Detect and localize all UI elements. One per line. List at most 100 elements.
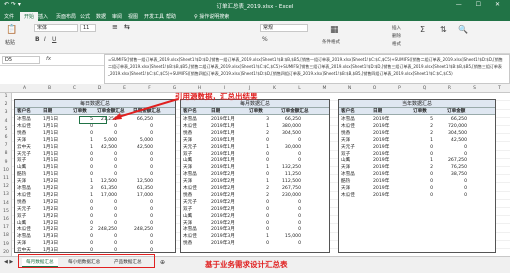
yearly-cell[interactable]: 0 xyxy=(405,192,433,199)
row-header[interactable]: 14 xyxy=(0,200,12,208)
window-controls[interactable]: — ☐ ✕ xyxy=(456,1,506,8)
ribbon-tabs: 文件 开始 插入 页面布局 公式 数据 审阅 视图 开发工具 帮助 ♀ 操作说明搜索 xyxy=(0,11,510,22)
yearly-summary-header: 客户名 日期 订单数 订单金额 xyxy=(339,108,495,115)
font-name-select[interactable]: 宋体 xyxy=(34,24,78,32)
column-header[interactable]: P xyxy=(387,86,412,91)
column-header[interactable]: B xyxy=(37,86,62,91)
conditional-format-icon[interactable]: ▦ xyxy=(330,25,339,35)
column-header[interactable]: M xyxy=(312,86,337,91)
menu-tab[interactable]: 插入 xyxy=(38,13,48,20)
daily-cell[interactable]: 云中天 xyxy=(17,247,31,252)
row-header[interactable]: 6 xyxy=(0,134,12,142)
column-header[interactable]: N xyxy=(337,86,362,91)
italic-button[interactable]: I xyxy=(44,36,46,43)
column-header[interactable]: R xyxy=(437,86,462,91)
menu-tab[interactable]: 视图 xyxy=(128,13,138,20)
menu-tab[interactable]: 公式 xyxy=(80,13,90,20)
row-header[interactable]: 8 xyxy=(0,150,12,158)
add-sheet-button[interactable]: ⊕ xyxy=(156,258,169,268)
menu-tab[interactable]: 开发工具 xyxy=(144,13,164,20)
row-header[interactable]: 13 xyxy=(0,191,12,199)
annotation-reference-source: 引用源数据，汇总出结果 xyxy=(175,92,258,101)
row-header[interactable]: 2 xyxy=(0,101,12,109)
insert-button[interactable]: 插入 xyxy=(392,25,401,31)
menu-tab[interactable]: 文件 xyxy=(4,13,14,20)
daily-cell[interactable]: 0 xyxy=(125,247,153,252)
row-header[interactable]: 4 xyxy=(0,118,12,126)
row-header[interactable]: 7 xyxy=(0,142,12,150)
font-size-select[interactable]: 11 xyxy=(80,24,96,32)
yearly-cell[interactable]: 0 xyxy=(439,192,467,199)
monthly-column-header: 日期 xyxy=(211,109,221,114)
sheet-nav-icon[interactable]: ◀ ▶ xyxy=(4,259,13,265)
autosum-button[interactable]: Σ xyxy=(420,25,425,34)
menu-tab[interactable]: 帮助 xyxy=(166,13,176,20)
yearly-summary-table: 当年数据汇总 客户名 日期 订单数 订单金额 冰雪晶 2019年 5 66,250 木瓜佳 20… xyxy=(338,99,496,253)
wrap-icon[interactable]: ⇆ xyxy=(122,24,131,32)
ribbon: 📋 粘贴 宋体 11 B I U ≡ ⇆ 常规 % ▦ 条件格式 插入 删除 格… xyxy=(0,21,510,54)
menu-tab[interactable]: ♀ 操作说明搜索 xyxy=(194,13,229,20)
yearly-column-header: 订单金额 xyxy=(447,109,466,114)
menu-tab[interactable]: 审阅 xyxy=(112,13,122,20)
daily-cell[interactable]: 0 xyxy=(89,247,117,252)
yearly-cell[interactable]: 2019年 xyxy=(373,192,389,199)
column-header[interactable]: F xyxy=(137,86,162,91)
row-header[interactable]: 17 xyxy=(0,224,12,232)
row-header[interactable]: 3 xyxy=(0,109,12,117)
row-headers: 1 2 3 4 5 6 7 8 9 10 11 12 13 14 15 16 17 18 19 20 xyxy=(0,93,12,256)
annotation-design-summary: 基于业务需求设计汇总表 xyxy=(205,260,288,269)
row-header[interactable]: 15 xyxy=(0,208,12,216)
title-bar: ↶ ↷ ▾ 订单汇总表_2019.xlsx - Excel — ☐ ✕ xyxy=(0,0,510,11)
monthly-column-header: 客户名 xyxy=(183,109,197,114)
monthly-summary-table: 每月数据汇总 客户名 日期 订单数 订单金额汇总 冰雪晶 2019年1月 3 66,250 木… xyxy=(180,99,330,253)
column-header[interactable]: D xyxy=(87,86,112,91)
monthly-cell[interactable]: 悦香 xyxy=(183,240,192,247)
conditional-format-button[interactable]: 条件格式 xyxy=(322,39,340,45)
row-header[interactable]: 16 xyxy=(0,216,12,224)
sheet-tabs-highlight xyxy=(18,254,155,268)
yearly-cell[interactable]: 木瓜佳 xyxy=(341,192,355,199)
bold-button[interactable]: B xyxy=(35,36,40,43)
paste-icon[interactable]: 📋 xyxy=(6,25,17,35)
column-header[interactable]: K xyxy=(262,86,287,91)
yearly-summary-title: 当年数据汇总 xyxy=(339,100,495,108)
selected-cell-highlight xyxy=(79,116,107,124)
monthly-summary-header: 客户名 日期 订单数 订单金额汇总 xyxy=(181,108,329,115)
format-button[interactable]: 格式 xyxy=(392,41,401,47)
row-header[interactable]: 19 xyxy=(0,241,12,249)
name-box[interactable]: D5 xyxy=(2,56,40,64)
underline-button[interactable]: U xyxy=(52,36,56,43)
row-header[interactable]: 9 xyxy=(0,159,12,167)
number-format-select[interactable]: 常规 xyxy=(260,24,308,32)
find-select-icon[interactable]: 🔍 xyxy=(458,25,468,34)
align-icon[interactable]: ≡ xyxy=(110,24,119,32)
delete-button[interactable]: 删除 xyxy=(392,33,401,39)
column-header[interactable]: Q xyxy=(412,86,437,91)
column-header[interactable]: L xyxy=(287,86,312,91)
menu-tab[interactable]: 页面布局 xyxy=(56,13,76,20)
yearly-column-header: 客户名 xyxy=(341,109,355,114)
daily-cell[interactable]: 1月3日 xyxy=(43,247,58,252)
monthly-cell[interactable]: 2019年3月 xyxy=(211,240,235,247)
row-header[interactable]: 18 xyxy=(0,232,12,240)
column-header[interactable]: S xyxy=(462,86,487,91)
formula-input[interactable]: =SUMIFS([销售一组订单表_2019.xlsx]Sheet1!$D:$D,… xyxy=(104,54,510,84)
row-header[interactable]: 12 xyxy=(0,183,12,191)
paste-button[interactable]: 粘贴 xyxy=(5,39,15,46)
row-header[interactable]: 5 xyxy=(0,126,12,134)
daily-column-header: 日期 xyxy=(43,109,53,114)
row-header[interactable]: 10 xyxy=(0,167,12,175)
column-header[interactable]: C xyxy=(62,86,87,91)
sort-filter-icon[interactable]: ⇅ xyxy=(440,25,447,34)
monthly-cell[interactable]: 0 xyxy=(273,240,301,247)
row-header[interactable]: 1 xyxy=(0,93,12,101)
percent-button[interactable]: % xyxy=(262,36,268,43)
monthly-cell[interactable]: 0 xyxy=(241,240,269,247)
row-header[interactable]: 11 xyxy=(0,175,12,183)
column-header[interactable]: A xyxy=(12,86,37,91)
column-header[interactable]: E xyxy=(112,86,137,91)
column-header[interactable]: T xyxy=(487,86,510,91)
function-icon[interactable]: fx xyxy=(46,56,51,62)
column-header[interactable]: O xyxy=(362,86,387,91)
menu-tab[interactable]: 数据 xyxy=(96,13,106,20)
